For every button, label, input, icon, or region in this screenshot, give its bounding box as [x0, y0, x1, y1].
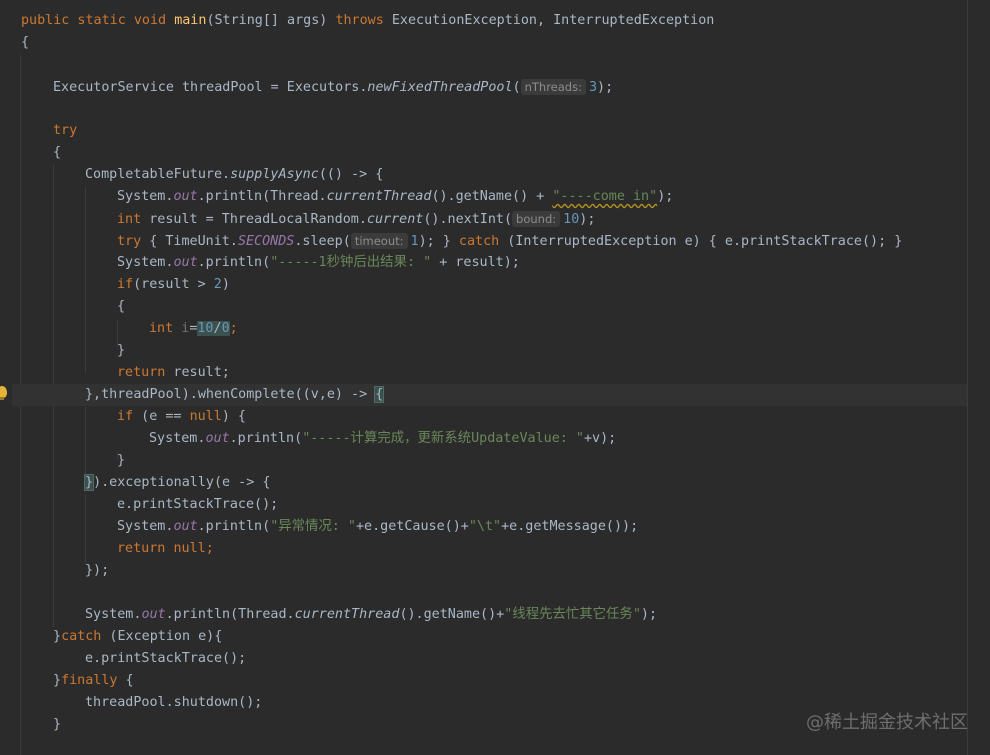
code-line-22[interactable]: System.out.println("异常情况: "+e.getCause()… — [117, 516, 638, 538]
param-hint: bound: — [512, 211, 561, 227]
right-margin-guide — [967, 0, 968, 755]
code-line-3[interactable]: ExecutorService threadPool = Executors.n… — [53, 76, 613, 98]
indent-guide — [85, 407, 86, 477]
code-line-14[interactable]: } — [117, 340, 125, 362]
code-line-13[interactable]: int i=10/0; — [149, 318, 238, 340]
code-line-9[interactable]: try { TimeUnit.SECONDS.sleep(timeout: 1);… — [117, 230, 902, 252]
code-line-28[interactable]: }finally { — [53, 670, 134, 692]
code-line-19[interactable]: } — [117, 450, 125, 472]
matched-brace: } — [83, 474, 95, 491]
code-line-20[interactable]: }).exceptionally(e -> { — [83, 472, 270, 494]
code-line-21[interactable]: e.printStackTrace(); — [117, 494, 278, 516]
matched-brace: { — [374, 386, 385, 403]
code-line-2[interactable]: { — [21, 32, 29, 54]
param-hint: nThreads: — [520, 79, 586, 95]
code-line-30[interactable]: } — [53, 714, 61, 736]
code-line-18[interactable]: System.out.println("-----计算完成，更新系统Update… — [149, 428, 616, 450]
code-line-11[interactable]: if(result > 2) — [117, 274, 230, 296]
code-line-17[interactable]: if (e == null) { — [117, 406, 246, 428]
code-line-8[interactable]: int result = ThreadLocalRandom.current()… — [117, 208, 595, 230]
code-line-1[interactable]: public static void main(String[] args) t… — [21, 10, 714, 32]
code-line-10[interactable]: System.out.println("-----1秒钟后出结果: " + re… — [117, 252, 520, 274]
code-line-24[interactable]: }); — [85, 560, 109, 582]
code-line-7[interactable]: System.out.println(Thread.currentThread(… — [117, 186, 673, 208]
indent-guide — [85, 187, 86, 373]
watermark: @稀土掘金技术社区 — [806, 712, 968, 733]
indent-guide — [85, 495, 86, 565]
code-line-16[interactable]: },threadPool).whenComplete((v,e) -> { — [85, 384, 385, 406]
code-line-25[interactable]: System.out.println(Thread.currentThread(… — [85, 604, 657, 626]
code-line-12[interactable]: { — [117, 296, 125, 318]
lightbulb-intention-icon[interactable] — [0, 386, 7, 400]
code-line-6[interactable]: CompletableFuture.supplyAsync(() -> { — [85, 164, 383, 186]
code-editor[interactable]: public static void main(String[] args) t… — [0, 0, 990, 755]
param-hint: timeout: — [350, 233, 408, 249]
code-line-27[interactable]: e.printStackTrace(); — [85, 648, 246, 670]
code-line-23[interactable]: return null; — [117, 538, 214, 560]
code-line-29[interactable]: threadPool.shutdown(); — [85, 692, 262, 714]
code-line-26[interactable]: }catch (Exception e){ — [53, 626, 222, 648]
code-line-15[interactable]: return result; — [117, 362, 230, 384]
code-line-5[interactable]: { — [53, 142, 61, 164]
code-line-4[interactable]: try — [53, 120, 77, 142]
